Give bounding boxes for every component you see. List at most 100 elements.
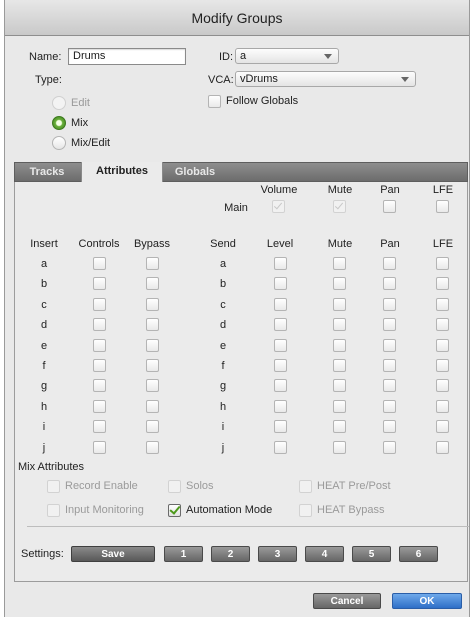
insert-row-label: g — [40, 380, 48, 392]
pan-checkbox-a[interactable] — [383, 257, 396, 270]
pan-checkbox-c[interactable] — [383, 298, 396, 311]
lfe-checkbox-f[interactable] — [436, 359, 449, 372]
record-enable-checkbox[interactable] — [47, 480, 60, 493]
level-checkbox-f[interactable] — [274, 359, 287, 372]
bypass-checkbox-c[interactable] — [146, 298, 159, 311]
follow-globals-checkbox[interactable] — [208, 95, 221, 108]
bypass-checkbox-i[interactable] — [146, 420, 159, 433]
bypass-checkbox-a[interactable] — [146, 257, 159, 270]
mute-checkbox-i[interactable] — [333, 420, 346, 433]
ok-button[interactable]: OK — [392, 593, 462, 609]
main-pan-checkbox[interactable] — [383, 200, 396, 213]
tab-attributes[interactable]: Attributes — [81, 162, 163, 183]
save-settings-button[interactable]: Save — [71, 546, 155, 562]
mute-checkbox-g[interactable] — [333, 379, 346, 392]
mute-checkbox-b[interactable] — [333, 277, 346, 290]
type-mix-edit-radio[interactable] — [52, 136, 66, 150]
lfe-checkbox-j[interactable] — [436, 441, 449, 454]
controls-checkbox-a[interactable] — [93, 257, 106, 270]
bypass-checkbox-g[interactable] — [146, 379, 159, 392]
pan-checkbox-g[interactable] — [383, 379, 396, 392]
controls-checkbox-h[interactable] — [93, 400, 106, 413]
automation-mode-checkbox[interactable] — [168, 504, 181, 517]
controls-checkbox-j[interactable] — [93, 441, 106, 454]
mute-checkbox-f[interactable] — [333, 359, 346, 372]
bypass-checkbox-b[interactable] — [146, 277, 159, 290]
controls-checkbox-b[interactable] — [93, 277, 106, 290]
main-mute-checkbox[interactable] — [333, 200, 346, 213]
controls-checkbox-e[interactable] — [93, 339, 106, 352]
send-pan-header: Pan — [380, 238, 400, 250]
heat-pre-post-label: HEAT Pre/Post — [317, 480, 391, 492]
pan-checkbox-f[interactable] — [383, 359, 396, 372]
controls-checkbox-f[interactable] — [93, 359, 106, 372]
level-checkbox-h[interactable] — [274, 400, 287, 413]
lfe-checkbox-h[interactable] — [436, 400, 449, 413]
pan-checkbox-h[interactable] — [383, 400, 396, 413]
controls-checkbox-c[interactable] — [93, 298, 106, 311]
pan-checkbox-i[interactable] — [383, 420, 396, 433]
name-field[interactable]: Drums — [68, 48, 186, 65]
mute-checkbox-c[interactable] — [333, 298, 346, 311]
pan-checkbox-d[interactable] — [383, 318, 396, 331]
input-monitoring-checkbox[interactable] — [47, 504, 60, 517]
id-popup[interactable]: a — [235, 48, 339, 64]
controls-checkbox-i[interactable] — [93, 420, 106, 433]
preset-5-button[interactable]: 5 — [352, 546, 391, 562]
mute-checkbox-h[interactable] — [333, 400, 346, 413]
main-lfe-checkbox[interactable] — [436, 200, 449, 213]
lfe-checkbox-c[interactable] — [436, 298, 449, 311]
lfe-checkbox-g[interactable] — [436, 379, 449, 392]
bypass-checkbox-h[interactable] — [146, 400, 159, 413]
preset-6-button[interactable]: 6 — [399, 546, 438, 562]
pan-checkbox-j[interactable] — [383, 441, 396, 454]
main-volume-checkbox[interactable] — [272, 200, 285, 213]
send-row-label: e — [219, 340, 227, 352]
preset-1-button[interactable]: 1 — [164, 546, 203, 562]
preset-3-button[interactable]: 3 — [258, 546, 297, 562]
lfe-checkbox-i[interactable] — [436, 420, 449, 433]
preset-2-button[interactable]: 2 — [211, 546, 250, 562]
mute-checkbox-j[interactable] — [333, 441, 346, 454]
id-label: ID: — [219, 51, 234, 63]
tab-tracks[interactable]: Tracks — [21, 163, 73, 182]
heat-bypass-checkbox[interactable] — [299, 504, 312, 517]
type-edit-radio[interactable] — [52, 96, 66, 110]
level-checkbox-j[interactable] — [274, 441, 287, 454]
type-mix-radio[interactable] — [52, 116, 66, 130]
pan-checkbox-b[interactable] — [383, 277, 396, 290]
bypass-checkbox-f[interactable] — [146, 359, 159, 372]
pan-checkbox-e[interactable] — [383, 339, 396, 352]
level-checkbox-a[interactable] — [274, 257, 287, 270]
bypass-checkbox-e[interactable] — [146, 339, 159, 352]
send-row-label: h — [219, 401, 227, 413]
controls-checkbox-d[interactable] — [93, 318, 106, 331]
solos-checkbox[interactable] — [168, 480, 181, 493]
mute-checkbox-d[interactable] — [333, 318, 346, 331]
heat-bypass-label: HEAT Bypass — [317, 504, 385, 516]
cancel-button[interactable]: Cancel — [313, 593, 381, 609]
lfe-checkbox-d[interactable] — [436, 318, 449, 331]
tab-globals[interactable]: Globals — [167, 163, 223, 182]
send-mute-header: Mute — [327, 238, 353, 250]
level-checkbox-i[interactable] — [274, 420, 287, 433]
preset-4-button[interactable]: 4 — [305, 546, 344, 562]
controls-checkbox-g[interactable] — [93, 379, 106, 392]
send-row-label: f — [221, 360, 225, 372]
input-monitoring-label: Input Monitoring — [65, 504, 144, 516]
mute-checkbox-e[interactable] — [333, 339, 346, 352]
level-checkbox-d[interactable] — [274, 318, 287, 331]
mute-checkbox-a[interactable] — [333, 257, 346, 270]
level-checkbox-g[interactable] — [274, 379, 287, 392]
level-checkbox-b[interactable] — [274, 277, 287, 290]
bypass-checkbox-j[interactable] — [146, 441, 159, 454]
bypass-checkbox-d[interactable] — [146, 318, 159, 331]
heat-pre-post-checkbox[interactable] — [299, 480, 312, 493]
lfe-checkbox-a[interactable] — [436, 257, 449, 270]
lfe-checkbox-b[interactable] — [436, 277, 449, 290]
tab-bar: Tracks Attributes Globals — [14, 162, 468, 183]
lfe-checkbox-e[interactable] — [436, 339, 449, 352]
level-checkbox-c[interactable] — [274, 298, 287, 311]
vca-popup[interactable]: vDrums — [235, 71, 416, 87]
level-checkbox-e[interactable] — [274, 339, 287, 352]
